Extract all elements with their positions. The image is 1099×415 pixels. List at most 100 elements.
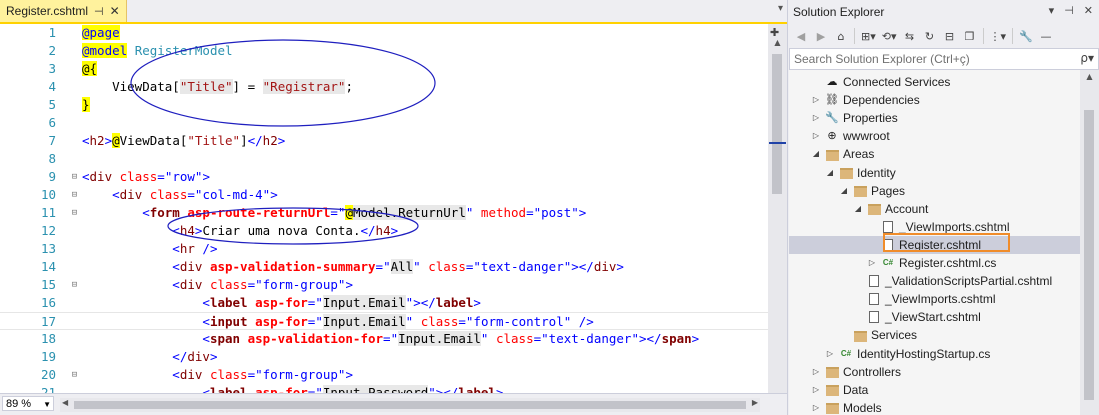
razor-file-icon	[867, 310, 881, 324]
expand-icon[interactable]: ▷	[811, 399, 821, 415]
tree-item[interactable]: Services	[789, 326, 1080, 344]
tree-item[interactable]: ▷ C# Register.cshtml.cs	[789, 254, 1080, 272]
close-icon[interactable]: ✕	[110, 4, 120, 18]
code-line[interactable]: 14 <div asp-validation-summary="All" cla…	[0, 258, 768, 276]
code-line[interactable]: 9 ⊟ <div class="row">	[0, 168, 768, 186]
tree-item[interactable]: _ViewImports.cshtml	[789, 290, 1080, 308]
pin-icon[interactable]: ⊣	[1064, 4, 1074, 17]
tree-item[interactable]: ◢ Areas	[789, 145, 1080, 163]
forward-icon[interactable]: ▶	[812, 27, 830, 45]
expand-icon[interactable]: ▷	[867, 254, 877, 272]
auto-hide-icon[interactable]: —	[1037, 27, 1055, 45]
code-line[interactable]: 12 <h4>Criar uma nova Conta.</h4>	[0, 222, 768, 240]
expand-icon[interactable]: ▷	[811, 363, 821, 381]
code-line[interactable]: 1 @page	[0, 24, 768, 42]
code-line[interactable]: 19 </div>	[0, 348, 768, 366]
code-line[interactable]: 10 ⊟ <div class="col-md-4">	[0, 186, 768, 204]
properties-icon[interactable]: 🔧	[1017, 27, 1035, 45]
window-position-icon[interactable]: ▾	[1049, 4, 1055, 17]
scrollbar-thumb[interactable]	[74, 401, 746, 409]
tree-item[interactable]: Register.cshtml	[789, 235, 1080, 254]
solution-tree[interactable]: ☁ Connected Services ▷ ⛓ Dependencies ▷ 🔧 Prope…	[789, 70, 1080, 415]
search-input[interactable]: Search Solution Explorer (Ctrl+ç) ρ▾	[789, 48, 1099, 70]
editor-horizontal-scrollbar[interactable]: ◀ ▶	[60, 398, 760, 412]
home-icon[interactable]: ⌂	[832, 27, 850, 45]
code-text-area[interactable]: 1 @page 2 @model RegisterModel 3 @{4 ViewData…	[0, 24, 768, 393]
code-line[interactable]: 20 ⊟ <div class="form-group">	[0, 366, 768, 384]
pending-changes-icon[interactable]: ⟲▾	[880, 27, 899, 45]
collapse-icon[interactable]: ⊟	[70, 276, 79, 294]
tree-vertical-scrollbar[interactable]: ▲	[1080, 70, 1099, 415]
line-number: 8	[48, 151, 56, 166]
expanded-icon[interactable]: ◢	[853, 200, 863, 218]
search-icon[interactable]: ρ▾	[1080, 51, 1094, 65]
code-line[interactable]: 2 @model RegisterModel	[0, 42, 768, 60]
code-editor[interactable]: Register.cshtml ⊣ ✕ ▾ 1 @page 2 @model Regi…	[0, 0, 788, 415]
preview-icon[interactable]: ⋮▾	[988, 27, 1009, 45]
tree-item[interactable]: ▷ Controllers	[789, 363, 1080, 381]
tree-item[interactable]: _ViewStart.cshtml	[789, 308, 1080, 326]
razor-file-icon	[867, 292, 881, 306]
tree-item[interactable]: ☁ Connected Services	[789, 73, 1080, 91]
expanded-icon[interactable]: ◢	[825, 164, 835, 182]
sync-icon[interactable]: ⇆	[901, 27, 919, 45]
scroll-up-icon[interactable]: ▲	[768, 38, 787, 47]
collapse-all-icon[interactable]: ⊟	[941, 27, 959, 45]
code-line[interactable]: 16 <label asp-for="Input.Email"></label>	[0, 294, 768, 312]
code-line[interactable]: 15 ⊟ <div class="form-group">	[0, 276, 768, 294]
code-line[interactable]: 18 <span asp-validation-for="Input.Email…	[0, 330, 768, 348]
tree-item[interactable]: ▷ Models	[789, 399, 1080, 415]
pin-icon[interactable]: ⊣	[94, 5, 104, 18]
code-line[interactable]: 8	[0, 150, 768, 168]
expand-icon[interactable]: ▷	[825, 345, 835, 363]
code-line[interactable]: 6	[0, 114, 768, 132]
tree-item[interactable]: ▷ 🔧 Properties	[789, 109, 1080, 127]
toolbar-separator	[982, 28, 984, 44]
collapse-icon[interactable]: ⊟	[70, 186, 79, 204]
collapse-icon[interactable]: ⊟	[70, 204, 79, 222]
expanded-icon[interactable]: ◢	[811, 145, 821, 163]
tree-item[interactable]: ▷ C# IdentityHostingStartup.cs	[789, 345, 1080, 363]
code-line[interactable]: 11 ⊟ <form asp-route-returnUrl="@Model.Re…	[0, 204, 768, 222]
switch-views-icon[interactable]: ⊞▾	[859, 27, 878, 45]
close-icon[interactable]: ✕	[1084, 4, 1093, 17]
scrollbar-thumb[interactable]	[1084, 110, 1094, 400]
collapse-icon[interactable]: ⊟	[70, 366, 79, 384]
collapse-icon[interactable]: ⊟	[70, 168, 79, 186]
tree-item[interactable]: _ValidationScriptsPartial.cshtml	[789, 272, 1080, 290]
tree-item[interactable]: ▷ ⊕ wwwroot	[789, 127, 1080, 145]
tree-item[interactable]: ▷ Data	[789, 381, 1080, 399]
expand-icon[interactable]: ▷	[811, 127, 821, 145]
expand-icon[interactable]: ▷	[811, 91, 821, 109]
tab-register-cshtml[interactable]: Register.cshtml ⊣ ✕	[0, 0, 127, 22]
code-token: >	[202, 169, 210, 184]
expand-icon[interactable]: ▷	[811, 109, 821, 127]
code-line[interactable]: 13 <hr />	[0, 240, 768, 258]
refresh-icon[interactable]: ↻	[921, 27, 939, 45]
code-line[interactable]: 7 <h2>@ViewData["Title"]</h2>	[0, 132, 768, 150]
code-text: <div class="row">	[82, 168, 210, 186]
editor-vertical-scrollbar[interactable]: ▲	[768, 24, 787, 393]
scrollbar-thumb[interactable]	[772, 54, 782, 194]
code-line[interactable]: 17 <input asp-for="Input.Email" class="f…	[0, 312, 768, 330]
code-line[interactable]: 5}	[0, 96, 768, 114]
tree-item[interactable]: ◢ Account	[789, 200, 1080, 218]
expanded-icon[interactable]: ◢	[839, 182, 849, 200]
scroll-up-icon[interactable]: ▲	[1080, 72, 1099, 81]
tree-item[interactable]: ◢ Pages	[789, 182, 1080, 200]
zoom-select[interactable]: 89 % ▼	[2, 396, 54, 411]
code-line[interactable]: 3 @{	[0, 60, 768, 78]
show-all-files-icon[interactable]: ❐	[961, 27, 979, 45]
scroll-left-icon[interactable]: ◀	[62, 398, 68, 407]
scroll-right-icon[interactable]: ▶	[752, 398, 758, 407]
cloud-icon: ☁	[826, 76, 838, 88]
tree-item[interactable]: _ViewImports.cshtml	[789, 218, 1080, 236]
expand-icon[interactable]: ▷	[811, 381, 821, 399]
code-line[interactable]: 21 <label asp-for="Input.Password"></lab…	[0, 384, 768, 393]
tab-dropdown-icon[interactable]: ▾	[778, 3, 783, 14]
tree-item[interactable]: ▷ ⛓ Dependencies	[789, 91, 1080, 109]
back-icon[interactable]: ◀	[792, 27, 810, 45]
code-line[interactable]: 4 ViewData["Title"] = "Registrar";	[0, 78, 768, 96]
tree-item[interactable]: ◢ Identity	[789, 164, 1080, 182]
split-window-icon[interactable]: ✚	[770, 26, 779, 39]
